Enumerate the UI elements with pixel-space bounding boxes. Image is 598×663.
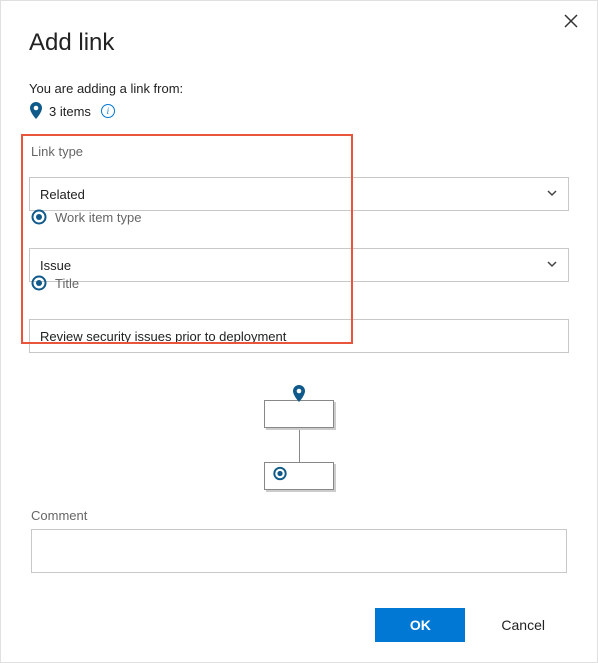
diagram-target-node bbox=[264, 462, 334, 490]
comment-input[interactable] bbox=[31, 529, 567, 573]
diagram-connector bbox=[299, 428, 300, 462]
chevron-down-icon bbox=[546, 258, 558, 273]
comment-label: Comment bbox=[31, 508, 567, 523]
work-item-type-label: Work item type bbox=[31, 209, 343, 225]
radio-icon bbox=[273, 467, 287, 486]
highlighted-section: Link type Work item type Title bbox=[21, 134, 353, 344]
relationship-diagram bbox=[29, 400, 569, 490]
cancel-button[interactable]: Cancel bbox=[477, 608, 569, 642]
comment-group: Comment bbox=[29, 508, 569, 578]
diagram-source-node bbox=[264, 400, 334, 428]
dialog-title: Add link bbox=[29, 29, 569, 57]
ok-button[interactable]: OK bbox=[375, 608, 465, 642]
chevron-down-icon bbox=[546, 187, 558, 202]
close-button[interactable] bbox=[559, 11, 583, 35]
adding-link-from-text: You are adding a link from: bbox=[29, 81, 569, 96]
pin-icon bbox=[29, 102, 43, 120]
dialog-footer: OK Cancel bbox=[29, 592, 569, 642]
pin-icon bbox=[292, 385, 306, 408]
items-count: 3 items bbox=[49, 104, 91, 119]
add-link-dialog: Add link You are adding a link from: 3 i… bbox=[1, 1, 597, 662]
link-type-label: Link type bbox=[31, 144, 343, 159]
radio-icon bbox=[31, 275, 47, 291]
close-icon bbox=[564, 14, 578, 33]
items-row: 3 items i bbox=[29, 102, 569, 120]
info-icon[interactable]: i bbox=[101, 104, 115, 118]
title-label: Title bbox=[31, 275, 343, 291]
radio-icon bbox=[31, 209, 47, 225]
